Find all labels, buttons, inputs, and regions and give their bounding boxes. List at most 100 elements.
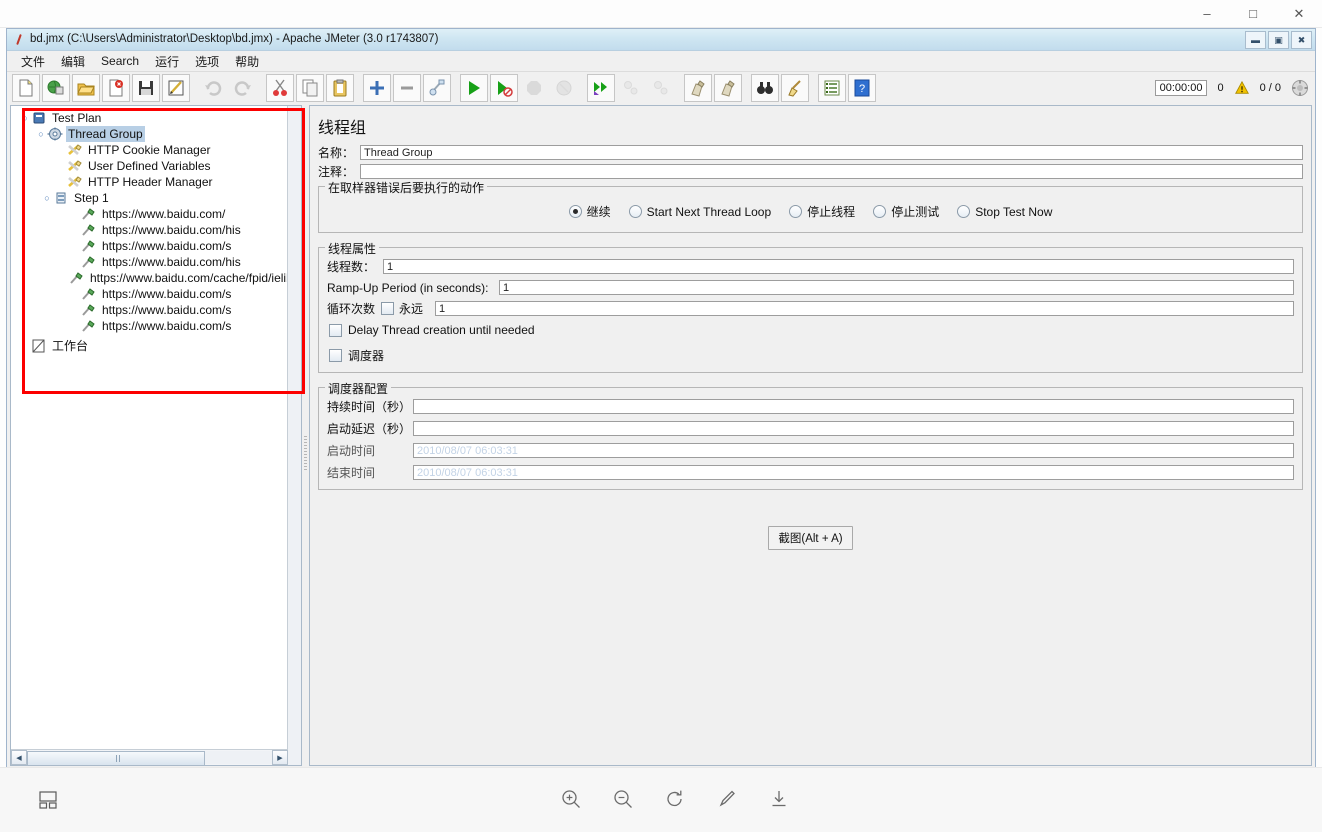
menu-edit[interactable]: 编辑 xyxy=(53,51,93,72)
tree-node-sampler-1[interactable]: https://www.baidu.com/ xyxy=(11,206,288,222)
scheduler-checkbox[interactable] xyxy=(329,349,342,362)
jmeter-close-button[interactable]: ✖ xyxy=(1291,31,1312,49)
os-maximize-button[interactable]: □ xyxy=(1230,0,1276,27)
delay-thread-creation-row[interactable]: Delay Thread creation until needed xyxy=(329,323,1294,337)
templates-button[interactable] xyxy=(42,74,70,102)
menu-file[interactable]: 文件 xyxy=(13,51,53,72)
copy-button[interactable] xyxy=(296,74,324,102)
os-minimize-button[interactable]: – xyxy=(1184,0,1230,27)
thread-indicator-icon xyxy=(1291,79,1309,97)
menu-search[interactable]: Search xyxy=(93,52,147,70)
stop-button[interactable] xyxy=(520,74,548,102)
jmeter-minimize-button[interactable]: ▬ xyxy=(1245,31,1266,49)
open-button[interactable] xyxy=(72,74,100,102)
tree-scroll-viewport[interactable]: ○ Test Plan ○ Thread Group HTTP Cookie M… xyxy=(11,106,288,749)
radio-stop-test[interactable]: 停止测试 xyxy=(873,203,939,220)
remote-shutdown-all-button[interactable] xyxy=(647,74,675,102)
test-plan-icon xyxy=(31,111,47,125)
jmeter-window-controls: ▬ ▣ ✖ xyxy=(1245,31,1312,49)
zoom-out-button[interactable] xyxy=(612,788,634,810)
hscroll-thumb[interactable] xyxy=(27,751,206,766)
warning-icon[interactable] xyxy=(1234,80,1250,96)
tree-node-user-defined-variables[interactable]: User Defined Variables xyxy=(11,158,288,174)
ramp-up-input[interactable] xyxy=(499,280,1294,295)
scheduler-row[interactable]: 调度器 xyxy=(329,347,1294,364)
paste-button[interactable] xyxy=(326,74,354,102)
help-button[interactable]: ? xyxy=(848,74,876,102)
cut-button[interactable] xyxy=(266,74,294,102)
capture-screenshot-button[interactable]: 截图(Alt + A) xyxy=(768,526,853,550)
clear-all-icon xyxy=(719,79,737,97)
tree-vertical-scrollbar[interactable] xyxy=(287,106,301,765)
menu-run[interactable]: 运行 xyxy=(147,51,187,72)
tree-expander-thread-group[interactable]: ○ xyxy=(35,126,47,142)
delay-thread-creation-checkbox[interactable] xyxy=(329,323,342,337)
clear-button[interactable] xyxy=(684,74,712,102)
loop-count-input[interactable] xyxy=(435,301,1294,316)
comment-input[interactable] xyxy=(360,164,1303,179)
menu-help[interactable]: 帮助 xyxy=(227,51,267,72)
num-threads-row: 线程数： xyxy=(327,258,1294,275)
tree-node-http-header-manager[interactable]: HTTP Header Manager xyxy=(11,174,288,190)
save-button[interactable] xyxy=(132,74,160,102)
tree-expander-test-plan[interactable]: ○ xyxy=(19,110,31,126)
tree-node-thread-group[interactable]: ○ Thread Group xyxy=(11,126,288,142)
save-as-button[interactable] xyxy=(162,74,190,102)
new-button[interactable] xyxy=(12,74,40,102)
start-time-input[interactable] xyxy=(413,443,1294,458)
startup-delay-input[interactable] xyxy=(413,421,1294,436)
duration-input[interactable] xyxy=(413,399,1294,414)
tree-node-sampler-3[interactable]: https://www.baidu.com/s xyxy=(11,238,288,254)
tree-label-sampler-2: https://www.baidu.com/his xyxy=(102,223,241,237)
clear-all-button[interactable] xyxy=(714,74,742,102)
tree-node-sampler-2[interactable]: https://www.baidu.com/his xyxy=(11,222,288,238)
hscroll-track[interactable] xyxy=(27,751,272,766)
tree-node-workbench[interactable]: 工作台 xyxy=(11,338,288,354)
forever-checkbox[interactable] xyxy=(381,302,394,315)
shutdown-button[interactable] xyxy=(550,74,578,102)
expand-all-button[interactable] xyxy=(363,74,391,102)
zoom-in-button[interactable] xyxy=(560,788,582,810)
tree-node-http-cookie-manager[interactable]: HTTP Cookie Manager xyxy=(11,142,288,158)
jmeter-restore-button[interactable]: ▣ xyxy=(1268,31,1289,49)
search-reset-button[interactable] xyxy=(781,74,809,102)
start-no-pauses-button[interactable] xyxy=(490,74,518,102)
name-input[interactable] xyxy=(360,145,1303,160)
start-button[interactable] xyxy=(460,74,488,102)
redo-button[interactable] xyxy=(229,74,257,102)
search-button[interactable] xyxy=(751,74,779,102)
scroll-left-arrow-icon[interactable]: ◀ xyxy=(11,750,27,765)
menu-options[interactable]: 选项 xyxy=(187,51,227,72)
layout-button[interactable] xyxy=(38,790,58,810)
rotate-button[interactable] xyxy=(664,788,686,810)
tree-expander-step-1[interactable]: ○ xyxy=(41,190,53,206)
tree-node-test-plan[interactable]: ○ Test Plan xyxy=(11,110,288,126)
scroll-right-arrow-icon[interactable]: ▶ xyxy=(272,750,288,765)
close-file-button[interactable] xyxy=(102,74,130,102)
tree-node-sampler-6[interactable]: https://www.baidu.com/s xyxy=(11,286,288,302)
radio-stop-thread[interactable]: 停止线程 xyxy=(789,203,855,220)
tree-node-sampler-8[interactable]: https://www.baidu.com/s xyxy=(11,318,288,334)
radio-start-next-thread-loop[interactable]: Start Next Thread Loop xyxy=(628,205,771,219)
tree-horizontal-scrollbar[interactable]: ◀ ▶ xyxy=(11,749,288,766)
function-helper-button[interactable] xyxy=(818,74,846,102)
thread-group-config-pane: 线程组 名称： 注释： 在取样器错误后要执行的动作 继续 xyxy=(309,105,1312,766)
remote-start-all-button[interactable] xyxy=(587,74,615,102)
os-close-button[interactable]: ✕ xyxy=(1276,0,1322,27)
toolbar-status-area: 00:00:00 0 0 / 0 xyxy=(1154,72,1309,104)
tree-node-step-1[interactable]: ○ Step 1 xyxy=(11,190,288,206)
radio-stop-test-now[interactable]: Stop Test Now xyxy=(957,205,1052,219)
radio-continue[interactable]: 继续 xyxy=(568,203,611,220)
pane-splitter[interactable] xyxy=(302,105,309,767)
tree-node-sampler-5[interactable]: https://www.baidu.com/cache/fpid/ielib_0 xyxy=(11,270,288,286)
end-time-input[interactable] xyxy=(413,465,1294,480)
pen-button[interactable] xyxy=(716,788,738,810)
tree-node-sampler-7[interactable]: https://www.baidu.com/s xyxy=(11,302,288,318)
undo-button[interactable] xyxy=(199,74,227,102)
download-button[interactable] xyxy=(768,788,790,810)
toggle-button[interactable] xyxy=(423,74,451,102)
tree-node-sampler-4[interactable]: https://www.baidu.com/his xyxy=(11,254,288,270)
num-threads-input[interactable] xyxy=(383,259,1294,274)
collapse-all-button[interactable] xyxy=(393,74,421,102)
remote-stop-all-button[interactable] xyxy=(617,74,645,102)
